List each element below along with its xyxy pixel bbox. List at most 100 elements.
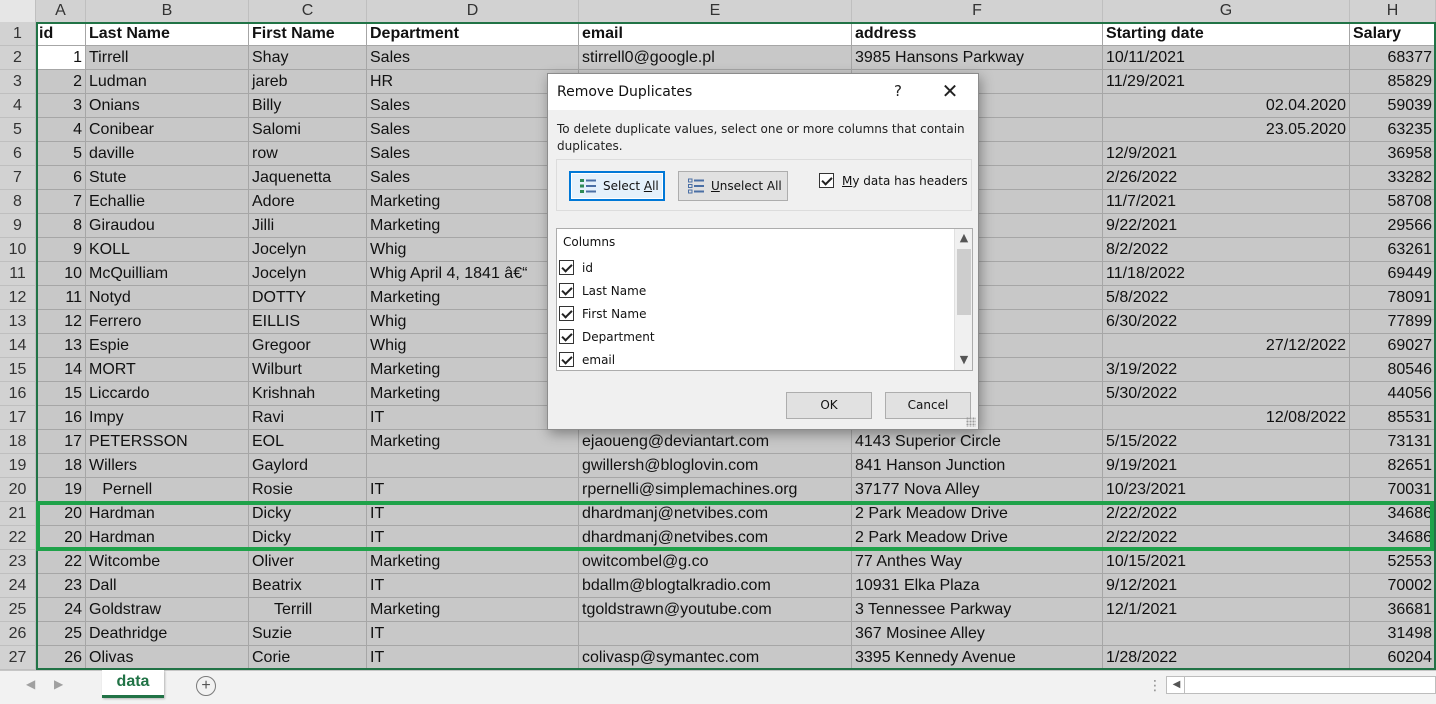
- row-number[interactable]: 26: [0, 622, 36, 646]
- close-icon[interactable]: ✕: [936, 80, 964, 104]
- table-cell[interactable]: Jocelyn: [249, 262, 367, 286]
- column-checkbox-item[interactable]: First Name: [559, 302, 646, 325]
- table-cell[interactable]: DOTTY: [249, 286, 367, 310]
- table-cell[interactable]: 367 Mosinee Alley: [852, 622, 1103, 646]
- sheet-tab-data[interactable]: data: [102, 670, 164, 698]
- row-number[interactable]: 3: [0, 70, 36, 94]
- row-number[interactable]: 6: [0, 142, 36, 166]
- table-cell[interactable]: 12: [36, 310, 86, 334]
- table-cell[interactable]: 36681: [1350, 598, 1436, 622]
- table-cell[interactable]: 77899: [1350, 310, 1436, 334]
- row-number[interactable]: 2: [0, 46, 36, 70]
- column-checkbox-item[interactable]: email: [559, 348, 615, 371]
- table-cell[interactable]: EILLIS: [249, 310, 367, 334]
- column-checkbox-item[interactable]: id: [559, 256, 593, 279]
- row-number[interactable]: 9: [0, 214, 36, 238]
- row-number[interactable]: 20: [0, 478, 36, 502]
- ok-button[interactable]: OK: [786, 392, 872, 419]
- table-cell[interactable]: owitcombel@g.co: [579, 550, 852, 574]
- table-cell[interactable]: 12/9/2021: [1103, 142, 1350, 166]
- checkbox-checked-icon[interactable]: [559, 352, 574, 367]
- add-sheet-icon[interactable]: +: [196, 676, 216, 696]
- table-cell[interactable]: 63235: [1350, 118, 1436, 142]
- table-cell[interactable]: Hardman: [86, 526, 249, 550]
- header-cell[interactable]: First Name: [249, 22, 367, 46]
- table-cell[interactable]: 60204: [1350, 646, 1436, 670]
- resize-grip-icon[interactable]: [966, 417, 976, 427]
- table-cell[interactable]: 44056: [1350, 382, 1436, 406]
- help-icon[interactable]: ?: [886, 82, 910, 102]
- table-cell[interactable]: 34686: [1350, 526, 1436, 550]
- table-cell[interactable]: 11: [36, 286, 86, 310]
- table-cell[interactable]: Ravi: [249, 406, 367, 430]
- row-number[interactable]: 13: [0, 310, 36, 334]
- table-cell[interactable]: 2: [36, 70, 86, 94]
- table-cell[interactable]: 2/22/2022: [1103, 526, 1350, 550]
- table-cell[interactable]: gwillersh@bloglovin.com: [579, 454, 852, 478]
- scroll-left-arrow-icon[interactable]: ◀: [1169, 677, 1185, 693]
- table-cell[interactable]: 85829: [1350, 70, 1436, 94]
- row-number[interactable]: 16: [0, 382, 36, 406]
- row-number[interactable]: 27: [0, 646, 36, 670]
- table-cell[interactable]: 19: [36, 478, 86, 502]
- row-number[interactable]: 1: [0, 22, 36, 46]
- table-cell[interactable]: Jaquenetta: [249, 166, 367, 190]
- table-cell[interactable]: Onians: [86, 94, 249, 118]
- table-cell[interactable]: 6/30/2022: [1103, 310, 1350, 334]
- headers-checkbox[interactable]: My data has headers: [819, 173, 968, 188]
- table-cell[interactable]: 9: [36, 238, 86, 262]
- table-cell[interactable]: 3395 Kennedy Avenue: [852, 646, 1103, 670]
- checkbox-checked-icon[interactable]: [559, 283, 574, 298]
- table-cell[interactable]: Wilburt: [249, 358, 367, 382]
- table-cell[interactable]: IT: [367, 478, 579, 502]
- table-cell[interactable]: 1/28/2022: [1103, 646, 1350, 670]
- table-cell[interactable]: 10/11/2021: [1103, 46, 1350, 70]
- table-cell[interactable]: Marketing: [367, 550, 579, 574]
- columns-list[interactable]: Columns id Last Name First Name Department e…: [556, 228, 973, 371]
- headers-check-icon[interactable]: [819, 173, 834, 188]
- column-header-a[interactable]: A: [36, 0, 86, 22]
- row-number[interactable]: 12: [0, 286, 36, 310]
- table-cell[interactable]: Espie: [86, 334, 249, 358]
- table-cell[interactable]: IT: [367, 502, 579, 526]
- row-number[interactable]: 18: [0, 430, 36, 454]
- row-number[interactable]: 24: [0, 574, 36, 598]
- table-cell[interactable]: 3: [36, 94, 86, 118]
- table-cell[interactable]: Terrill: [249, 598, 367, 622]
- table-cell[interactable]: 26: [36, 646, 86, 670]
- table-cell[interactable]: Stute: [86, 166, 249, 190]
- row-number[interactable]: 11: [0, 262, 36, 286]
- table-cell[interactable]: Dicky: [249, 502, 367, 526]
- table-cell[interactable]: 24: [36, 598, 86, 622]
- table-cell[interactable]: 02.04.2020: [1103, 94, 1350, 118]
- table-cell[interactable]: 10/15/2021: [1103, 550, 1350, 574]
- table-cell[interactable]: 2 Park Meadow Drive: [852, 526, 1103, 550]
- tab-scroll-left-icon[interactable]: ◀: [26, 677, 35, 691]
- table-cell[interactable]: 10931 Elka Plaza: [852, 574, 1103, 598]
- table-cell[interactable]: 5/8/2022: [1103, 286, 1350, 310]
- table-cell[interactable]: 73131: [1350, 430, 1436, 454]
- table-cell[interactable]: ejaoueng@deviantart.com: [579, 430, 852, 454]
- header-cell[interactable]: address: [852, 22, 1103, 46]
- table-cell[interactable]: 22: [36, 550, 86, 574]
- table-cell[interactable]: 70031: [1350, 478, 1436, 502]
- row-number[interactable]: 15: [0, 358, 36, 382]
- table-cell[interactable]: Suzie: [249, 622, 367, 646]
- table-cell[interactable]: Pernell: [86, 478, 249, 502]
- table-cell[interactable]: Dicky: [249, 526, 367, 550]
- row-number[interactable]: 5: [0, 118, 36, 142]
- table-cell[interactable]: 12/08/2022: [1103, 406, 1350, 430]
- row-number[interactable]: 4: [0, 94, 36, 118]
- table-cell[interactable]: Corie: [249, 646, 367, 670]
- column-header-g[interactable]: G: [1103, 0, 1350, 22]
- row-number[interactable]: 10: [0, 238, 36, 262]
- table-cell[interactable]: 23: [36, 574, 86, 598]
- table-cell[interactable]: 11/29/2021: [1103, 70, 1350, 94]
- row-number[interactable]: 23: [0, 550, 36, 574]
- table-cell[interactable]: jareb: [249, 70, 367, 94]
- table-cell[interactable]: 9/22/2021: [1103, 214, 1350, 238]
- table-cell[interactable]: Dall: [86, 574, 249, 598]
- table-cell[interactable]: PETERSSON: [86, 430, 249, 454]
- table-cell[interactable]: McQuilliam: [86, 262, 249, 286]
- table-cell[interactable]: 841 Hanson Junction: [852, 454, 1103, 478]
